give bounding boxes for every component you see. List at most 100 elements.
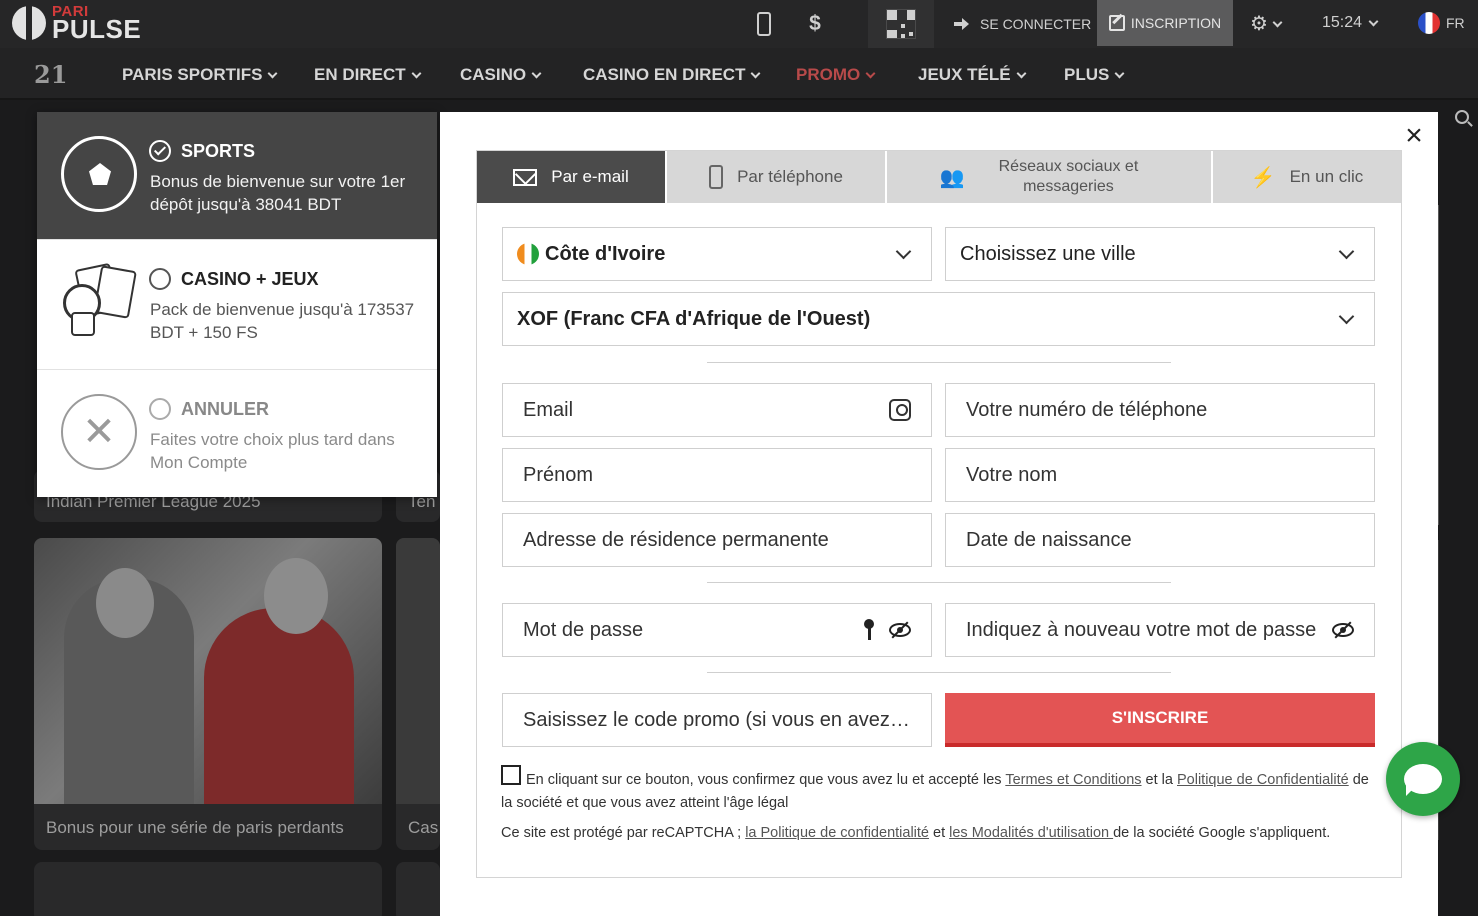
logo-mark-icon	[12, 6, 46, 40]
city-placeholder: Choisissez une ville	[960, 242, 1136, 265]
terms-link[interactable]: Termes et Conditions	[1005, 772, 1141, 788]
registration-modal: × Par e-mail Par téléphone 👥 Réseaux soc…	[440, 112, 1438, 916]
promo-code-placeholder: Saisissez le code promo (si vous en avez…	[523, 708, 911, 731]
clock-time: 15:24	[1322, 14, 1363, 31]
birthdate-field[interactable]: Date de naissance	[945, 513, 1375, 567]
bonus-option-description: Bonus de bienvenue sur votre 1er dépôt j…	[150, 172, 406, 214]
bonus-option-casino[interactable]: CASINO + JEUX Pack de bienvenue jusqu'à …	[37, 240, 437, 370]
nav-item-label: EN DIRECT	[314, 65, 406, 84]
site-logo[interactable]: PARI PULSE	[12, 4, 162, 44]
chevron-down-icon	[1338, 243, 1355, 259]
nav-item-en-direct[interactable]: EN DIRECT	[314, 65, 422, 85]
email-field[interactable]: Email	[502, 383, 932, 437]
chevron-down-icon	[1272, 17, 1283, 27]
eye-slash-icon[interactable]	[889, 623, 911, 637]
nav-item-promo[interactable]: PROMO	[796, 65, 876, 85]
address-placeholder: Adresse de résidence permanente	[523, 528, 829, 551]
login-button[interactable]: SE CONNECTER	[946, 8, 1099, 40]
face-id-icon[interactable]	[889, 399, 911, 421]
phone-field[interactable]: Votre numéro de téléphone	[945, 383, 1375, 437]
promo-code-field[interactable]: Saisissez le code promo (si vous en avez…	[502, 693, 932, 747]
promo-card-image	[396, 538, 440, 804]
tab-email[interactable]: Par e-mail	[477, 151, 667, 203]
chat-bubble-icon	[1404, 764, 1442, 796]
lastname-placeholder: Votre nom	[966, 463, 1058, 486]
promo-card[interactable]	[34, 862, 382, 916]
bonus-option-description: Faites votre choix plus tard dans Mon Co…	[150, 430, 395, 472]
bonus-option-cancel[interactable]: ✕ ANNULER Faites votre choix plus tard d…	[37, 370, 437, 497]
city-select[interactable]: Choisissez une ville	[945, 227, 1375, 281]
eye-slash-icon[interactable]	[1332, 623, 1354, 637]
password-placeholder: Mot de passe	[523, 618, 644, 641]
tab-phone[interactable]: Par téléphone	[667, 151, 887, 203]
tab-social-networks[interactable]: 👥 Réseaux sociaux et messageries	[887, 151, 1213, 203]
google-privacy-link[interactable]: la Politique de confidentialité	[745, 825, 929, 841]
chevron-down-icon	[895, 243, 912, 259]
qr-code-icon	[886, 9, 916, 39]
bonus-option-title: CASINO + JEUX	[181, 269, 319, 289]
lightning-icon: ⚡	[1250, 166, 1276, 189]
cote-divoire-flag-icon	[517, 243, 539, 265]
country-select[interactable]: Côte d'Ivoire	[502, 227, 932, 281]
privacy-link[interactable]: Politique de Confidentialité	[1177, 772, 1349, 788]
bonus-option-description: Pack de bienvenue jusqu'à 173537 BDT + 1…	[150, 300, 415, 342]
dollar-icon[interactable]: $	[804, 10, 826, 38]
phone-placeholder: Votre numéro de téléphone	[966, 398, 1208, 421]
bonus-radio[interactable]	[149, 268, 171, 290]
tab-label: Par téléphone	[737, 167, 843, 186]
close-icon[interactable]: ×	[1400, 121, 1428, 151]
chevron-down-icon	[1368, 16, 1379, 26]
signup-button[interactable]: INSCRIPTION	[1097, 0, 1233, 46]
illustration-woman-head	[264, 558, 328, 634]
nav-item-casino[interactable]: CASINO	[460, 65, 542, 85]
password-field[interactable]: Mot de passe	[502, 603, 932, 657]
terms-text-part: En cliquant sur ce bouton, vous confirme…	[526, 772, 1006, 788]
logo-text-big: PULSE	[52, 14, 142, 44]
promo-card[interactable]: Bonus pour une série de paris perdants	[34, 538, 382, 850]
soccer-ball-icon	[61, 136, 137, 212]
search-icon[interactable]	[1455, 110, 1469, 124]
nav-item-plus[interactable]: PLUS	[1064, 65, 1125, 85]
cancel-x-icon: ✕	[61, 394, 137, 470]
terms-text: En cliquant sur ce bouton, vous confirme…	[501, 769, 1381, 815]
gear-icon: ⚙	[1250, 13, 1268, 35]
promo-card[interactable]: Cas	[396, 538, 440, 850]
lastname-field[interactable]: Votre nom	[945, 448, 1375, 502]
address-field[interactable]: Adresse de résidence permanente	[502, 513, 932, 567]
google-terms-link[interactable]: les Modalités d'utilisation	[949, 825, 1113, 841]
clock-dropdown[interactable]: 15:24	[1322, 14, 1379, 32]
bonus-radio[interactable]	[149, 398, 171, 420]
chevron-down-icon	[1114, 68, 1125, 78]
firstname-placeholder: Prénom	[523, 463, 594, 486]
key-icon[interactable]	[863, 619, 875, 641]
divider	[707, 582, 1171, 583]
nav-item-label: JEUX TÉLÉ	[918, 65, 1011, 84]
nav-item-label: PLUS	[1064, 65, 1110, 84]
mobile-app-icon[interactable]	[752, 10, 776, 38]
promo-card-caption: Bonus pour une série de paris perdants	[46, 818, 344, 837]
firstname-field[interactable]: Prénom	[502, 448, 932, 502]
tab-label: En un clic	[1289, 167, 1364, 186]
casino-cards-chips-icon	[61, 262, 137, 340]
bonus-option-sports[interactable]: SPORTS Bonus de bienvenue sur votre 1er …	[37, 112, 437, 240]
password-repeat-field[interactable]: Indiquez à nouveau votre mot de passe	[945, 603, 1375, 657]
nav-item-paris-sportifs[interactable]: PARIS SPORTIFS	[122, 65, 278, 85]
divider	[707, 362, 1171, 363]
settings-button[interactable]: ⚙	[1250, 10, 1290, 38]
live-chat-button[interactable]	[1386, 742, 1460, 816]
tab-one-click[interactable]: ⚡ En un clic	[1213, 151, 1401, 203]
registration-tabs: Par e-mail Par téléphone 👥 Réseaux socia…	[477, 151, 1401, 203]
language-selector[interactable]: FR	[1418, 12, 1465, 34]
bonus-option-title: SPORTS	[181, 141, 256, 161]
email-placeholder: Email	[523, 398, 574, 421]
chevron-down-icon	[531, 68, 542, 78]
nav-item-casino-en-direct[interactable]: CASINO EN DIRECT	[583, 65, 761, 85]
nav-item-label: CASINO	[460, 65, 527, 84]
currency-select[interactable]: XOF (Franc CFA d'Afrique de l'Ouest)	[502, 292, 1375, 346]
nav-21-logo[interactable]: 21	[34, 60, 67, 89]
promo-card[interactable]	[396, 862, 440, 916]
nav-item-jeux-tele[interactable]: JEUX TÉLÉ	[918, 65, 1027, 85]
bonus-radio-checked[interactable]	[149, 140, 171, 162]
qr-code-button[interactable]	[868, 0, 934, 48]
register-submit-button[interactable]: S'INSCRIRE	[945, 693, 1375, 747]
